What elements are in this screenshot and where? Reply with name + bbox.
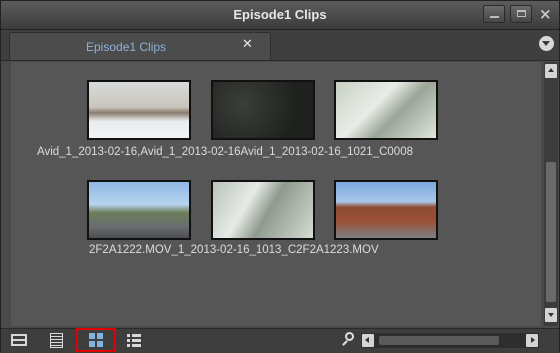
panel-menu-icon[interactable] bbox=[539, 36, 554, 51]
bin-content[interactable]: Avid_1_2013-02-16,Avid_1_2013-02-16Avid_… bbox=[11, 62, 541, 326]
grid-icon bbox=[89, 333, 103, 347]
scroll-right-button[interactable] bbox=[526, 334, 538, 347]
maximize-icon bbox=[517, 10, 526, 17]
vertical-scrollbar[interactable] bbox=[544, 62, 558, 326]
clip-caption-row-1: Avid_1_2013-02-16,Avid_1_2013-02-16Avid_… bbox=[37, 146, 413, 158]
bin-window: Episode1 Clips × Episode1 Clips ✕ Avid_1… bbox=[0, 0, 560, 353]
scroll-up-button[interactable] bbox=[545, 64, 557, 78]
tab-label: Episode1 Clips bbox=[86, 40, 167, 54]
clip-frame-image bbox=[336, 82, 436, 138]
vertical-scroll-thumb[interactable] bbox=[546, 162, 556, 302]
maximize-button[interactable] bbox=[510, 5, 532, 23]
clip-thumbnail[interactable] bbox=[334, 180, 438, 240]
clip-thumbnail[interactable] bbox=[334, 80, 438, 140]
clip-frame-image bbox=[213, 82, 313, 138]
close-window-button[interactable]: × bbox=[535, 5, 557, 23]
tab-bar: Episode1 Clips ✕ bbox=[1, 30, 559, 61]
clip-thumbnail[interactable] bbox=[87, 80, 191, 140]
clip-frame-image bbox=[89, 82, 189, 138]
tab-close-icon[interactable]: ✕ bbox=[242, 37, 253, 52]
tab-episode1-clips[interactable]: Episode1 Clips ✕ bbox=[9, 32, 271, 60]
search-icon[interactable] bbox=[341, 332, 357, 348]
scroll-left-button[interactable] bbox=[362, 334, 374, 347]
clip-frame-image bbox=[213, 182, 313, 238]
thumbnail-view-button[interactable] bbox=[76, 328, 116, 352]
minimize-icon bbox=[490, 16, 499, 18]
script-view-icon bbox=[50, 333, 63, 348]
frame-view-icon bbox=[11, 334, 27, 346]
window-title: Episode1 Clips bbox=[233, 7, 327, 22]
script-view-button[interactable] bbox=[47, 331, 69, 350]
clip-frame-image bbox=[336, 182, 436, 238]
clip-thumbnail[interactable] bbox=[211, 180, 315, 240]
list-icon bbox=[127, 334, 141, 347]
bin-toolbar bbox=[1, 328, 559, 353]
list-view-button[interactable] bbox=[123, 331, 145, 350]
clip-thumbnail[interactable] bbox=[87, 180, 191, 240]
clip-frame-image bbox=[89, 182, 189, 238]
clip-caption-row-2: 2F2A1222.MOV_1_2013-02-16_1013_C2F2A1223… bbox=[89, 244, 379, 256]
close-icon: × bbox=[539, 5, 552, 23]
minimize-button[interactable] bbox=[483, 5, 505, 23]
frame-view-button[interactable] bbox=[9, 331, 31, 350]
clip-thumbnail[interactable] bbox=[211, 80, 315, 140]
scroll-down-button[interactable] bbox=[545, 308, 557, 322]
title-bar[interactable]: Episode1 Clips × bbox=[1, 1, 559, 30]
horizontal-scroll-thumb[interactable] bbox=[379, 336, 499, 345]
horizontal-scrollbar[interactable] bbox=[361, 333, 539, 348]
